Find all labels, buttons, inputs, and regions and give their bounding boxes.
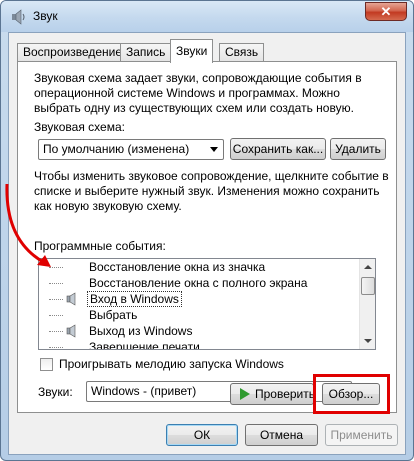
sounds-label: Звуки: bbox=[38, 385, 73, 399]
hint-text: Чтобы изменить звуковое сопровождение, щ… bbox=[34, 169, 389, 214]
save-as-button[interactable]: Сохранить как... bbox=[230, 138, 326, 160]
hint-line: списке и выберите нужный звук. Изменения… bbox=[34, 184, 380, 198]
speaker-app-icon bbox=[12, 9, 25, 25]
chevron-down-icon bbox=[210, 147, 218, 152]
tab-recording[interactable]: Запись bbox=[120, 43, 172, 62]
vertical-scrollbar[interactable] bbox=[359, 259, 375, 349]
cancel-button[interactable]: Отмена bbox=[245, 424, 318, 446]
startup-sound-label: Проигрывать мелодию запуска Windows bbox=[59, 357, 284, 371]
events-label: Программные события: bbox=[34, 239, 166, 253]
window-title: Звук bbox=[33, 9, 58, 23]
speaker-icon bbox=[66, 324, 76, 338]
dialog-client-area: Воспроизведение Запись Звуки Связь Звуко… bbox=[8, 32, 406, 455]
tree-connector bbox=[49, 315, 63, 316]
intro-line: Звуковая схема задает звуки, сопровождаю… bbox=[34, 71, 362, 85]
tree-connector bbox=[49, 331, 63, 332]
event-label: Восстановление окна с полного экрана bbox=[89, 276, 308, 290]
sounds-value: Windows - (привет) bbox=[91, 384, 197, 398]
sound-scheme-value: По умолчанию (изменена) bbox=[43, 142, 190, 156]
event-label: Выход из Windows bbox=[89, 324, 193, 338]
event-label: Выбрать bbox=[89, 308, 138, 322]
startup-sound-checkbox[interactable] bbox=[40, 358, 53, 371]
scroll-thumb[interactable] bbox=[361, 277, 375, 295]
hint-line: как новую звуковую схему. bbox=[34, 199, 182, 213]
scroll-down-icon[interactable] bbox=[361, 333, 375, 348]
sound-dialog-window: Звук ✕ Воспроизведение Запись Звуки Связ… bbox=[0, 0, 414, 461]
intro-text: Звуковая схема задает звуки, сопровождаю… bbox=[34, 71, 362, 116]
speaker-icon bbox=[66, 292, 76, 306]
event-label: Завершение печати bbox=[89, 340, 200, 350]
delete-button[interactable]: Удалить bbox=[330, 138, 386, 160]
event-label: Восстановление окна из значка bbox=[89, 260, 266, 274]
tree-connector bbox=[49, 283, 63, 284]
tree-connector bbox=[49, 267, 63, 268]
tab-playback[interactable]: Воспроизведение bbox=[17, 43, 129, 62]
scroll-up-icon[interactable] bbox=[361, 260, 375, 275]
sounds-tab-panel: Звуковая схема задает звуки, сопровождаю… bbox=[17, 61, 397, 413]
tab-communications[interactable]: Связь bbox=[219, 43, 265, 62]
list-item-selected[interactable]: Вход в Windows bbox=[39, 291, 361, 307]
list-item[interactable]: Восстановление окна из значка bbox=[39, 259, 361, 275]
sound-scheme-select[interactable]: По умолчанию (изменена) bbox=[38, 139, 224, 160]
close-button[interactable]: ✕ bbox=[365, 2, 407, 21]
annotation-highlight-box bbox=[313, 374, 390, 414]
hint-line: Чтобы изменить звуковое сопровождение, щ… bbox=[34, 169, 389, 183]
list-item[interactable]: Завершение печати bbox=[39, 339, 361, 350]
program-events-list[interactable]: Восстановление окна из значка Восстановл… bbox=[38, 258, 376, 350]
list-item[interactable]: Восстановление окна с полного экрана bbox=[39, 275, 361, 291]
intro-line: выбрать одну из существующих схем или со… bbox=[34, 101, 354, 115]
test-button[interactable]: Проверить bbox=[230, 383, 316, 405]
test-button-label: Проверить bbox=[255, 387, 316, 401]
event-label: Вход в Windows bbox=[87, 291, 182, 307]
apply-button: Применить bbox=[325, 424, 398, 446]
list-item[interactable]: Выход из Windows bbox=[39, 323, 361, 339]
list-item[interactable]: Выбрать bbox=[39, 307, 361, 323]
tree-connector bbox=[49, 299, 63, 300]
title-bar[interactable]: Звук ✕ bbox=[1, 1, 413, 32]
ok-button[interactable]: ОК bbox=[166, 424, 238, 446]
scheme-label: Звуковая схема: bbox=[34, 120, 125, 134]
play-icon bbox=[240, 388, 250, 400]
tab-sounds[interactable]: Звуки bbox=[170, 39, 214, 63]
intro-line: операционной системе Windows и программа… bbox=[34, 86, 340, 100]
tree-connector bbox=[49, 347, 63, 348]
